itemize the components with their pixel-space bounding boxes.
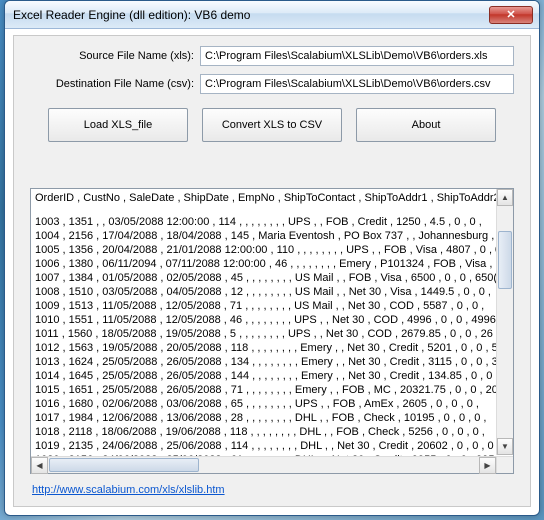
list-content: OrderID , CustNo , SaleDate , ShipDate ,… (31, 189, 513, 473)
list-row[interactable]: 1015 , 1651 , 25/05/2088 , 26/05/2088 , … (35, 383, 511, 397)
horizontal-scroll-thumb[interactable] (49, 458, 199, 472)
vertical-scroll-thumb[interactable] (498, 231, 512, 289)
list-row[interactable]: 1004 , 2156 , 17/04/2088 , 18/04/2088 , … (35, 229, 511, 243)
dest-label: Destination File Name (csv): (30, 78, 200, 90)
form-area: Source File Name (xls): Destination File… (14, 36, 530, 156)
list-row[interactable]: 1010 , 1551 , 11/05/2088 , 12/05/2088 , … (35, 313, 511, 327)
close-button[interactable]: ✕ (489, 6, 533, 24)
close-icon: ✕ (506, 8, 515, 21)
app-window: Excel Reader Engine (dll edition): VB6 d… (4, 0, 540, 516)
dest-file-input[interactable] (200, 74, 514, 94)
scroll-up-icon[interactable]: ▲ (497, 189, 513, 206)
button-row: Load XLS_file Convert XLS to CSV About (30, 108, 514, 142)
list-row[interactable]: 1019 , 2135 , 24/06/2088 , 25/06/2088 , … (35, 439, 511, 453)
vertical-scrollbar[interactable]: ▲ ▼ (496, 189, 513, 455)
convert-csv-button[interactable]: Convert XLS to CSV (202, 108, 342, 142)
list-row[interactable]: 1018 , 2118 , 18/06/2088 , 19/06/2088 , … (35, 425, 511, 439)
source-file-input[interactable] (200, 46, 514, 66)
source-row: Source File Name (xls): (30, 46, 514, 66)
list-row[interactable]: 1007 , 1384 , 01/05/2088 , 02/05/2088 , … (35, 271, 511, 285)
about-button[interactable]: About (356, 108, 496, 142)
load-xls-button[interactable]: Load XLS_file (48, 108, 188, 142)
list-header: OrderID , CustNo , SaleDate , ShipDate ,… (35, 191, 511, 205)
list-row[interactable]: 1003 , 1351 , , 03/05/2088 12:00:00 , 11… (35, 215, 511, 229)
window-title: Excel Reader Engine (dll edition): VB6 d… (13, 8, 489, 22)
scroll-down-icon[interactable]: ▼ (497, 438, 513, 455)
list-row[interactable]: 1008 , 1510 , 03/05/2088 , 04/05/2088 , … (35, 285, 511, 299)
list-row[interactable]: 1005 , 1356 , 20/04/2088 , 21/01/2088 12… (35, 243, 511, 257)
source-label: Source File Name (xls): (30, 50, 200, 62)
scroll-right-icon[interactable]: ▶ (479, 457, 496, 474)
scroll-left-icon[interactable]: ◀ (31, 457, 48, 474)
titlebar[interactable]: Excel Reader Engine (dll edition): VB6 d… (5, 1, 539, 29)
list-row[interactable]: 1016 , 1680 , 02/06/2088 , 03/06/2088 , … (35, 397, 511, 411)
list-row[interactable]: 1017 , 1984 , 12/06/2088 , 13/06/2088 , … (35, 411, 511, 425)
list-row[interactable]: 1013 , 1624 , 25/05/2088 , 26/05/2088 , … (35, 355, 511, 369)
horizontal-scrollbar[interactable]: ◀ ▶ (31, 456, 496, 473)
client-area: Source File Name (xls): Destination File… (13, 35, 531, 507)
dest-row: Destination File Name (csv): (30, 74, 514, 94)
list-row[interactable]: 1006 , 1380 , 06/11/2094 , 07/11/2088 12… (35, 257, 511, 271)
list-row[interactable]: 1009 , 1513 , 11/05/2088 , 12/05/2088 , … (35, 299, 511, 313)
data-listbox[interactable]: OrderID , CustNo , SaleDate , ShipDate ,… (30, 188, 514, 474)
list-row[interactable]: 1014 , 1645 , 25/05/2088 , 26/05/2088 , … (35, 369, 511, 383)
list-row[interactable]: 1011 , 1560 , 18/05/2088 , 19/05/2088 , … (35, 327, 511, 341)
list-row[interactable]: 1012 , 1563 , 19/05/2088 , 20/05/2088 , … (35, 341, 511, 355)
scroll-corner (496, 456, 513, 473)
footer-link[interactable]: http://www.scalabium.com/xls/xlslib.htm (32, 484, 225, 496)
